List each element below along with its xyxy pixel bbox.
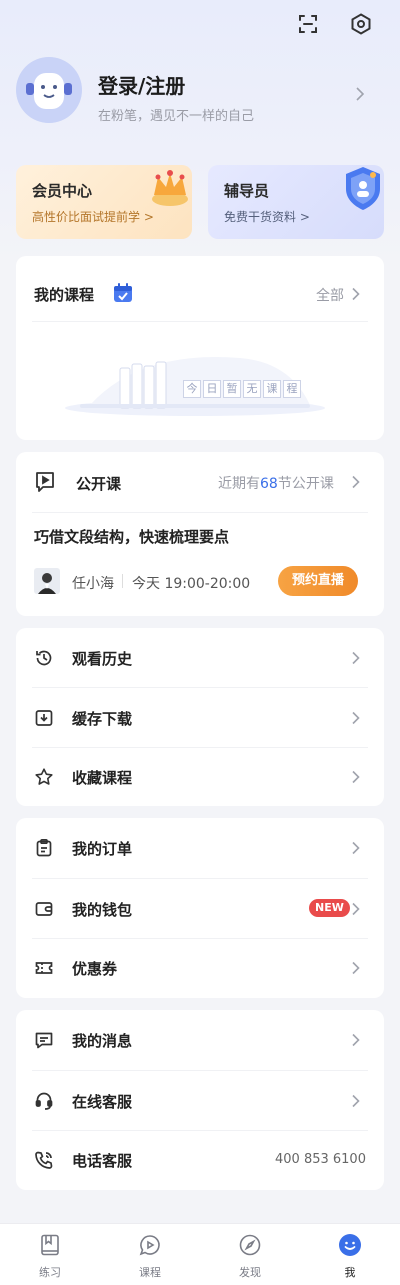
login-register-title[interactable]: 登录/注册 bbox=[98, 70, 185, 99]
row-label: 优惠券 bbox=[72, 960, 118, 978]
tab-label: 练习 bbox=[39, 1266, 61, 1279]
empty-courses-text: 今 日 暂 无 课 程 bbox=[183, 380, 301, 398]
row-label: 我的消息 bbox=[72, 1032, 133, 1050]
summary-suffix: 节公开课 bbox=[277, 476, 334, 492]
online-support-row[interactable]: 在线客服 bbox=[16, 1071, 384, 1130]
wallet-icon bbox=[35, 902, 53, 916]
chevron-right-icon bbox=[352, 841, 360, 855]
new-badge: NEW bbox=[309, 899, 350, 917]
empty-char: 今 bbox=[183, 380, 201, 398]
chevron-right-icon bbox=[352, 961, 360, 975]
download-icon bbox=[35, 710, 53, 726]
tab-label: 我 bbox=[344, 1266, 356, 1279]
ticket-icon bbox=[35, 962, 53, 974]
divider bbox=[32, 321, 368, 322]
headset-icon bbox=[35, 1092, 53, 1110]
profile-subtitle: 在粉笔，遇见不一样的自己 bbox=[98, 109, 255, 124]
history-clock-icon bbox=[36, 650, 52, 666]
open-course-card: 公开课 近期有68节公开课 巧借文段结构，快速梳理要点 任小海 今天 19:00… bbox=[16, 452, 384, 616]
empty-char: 暂 bbox=[223, 380, 241, 398]
service-group-card: 我的消息 在线客服 电话客服 400 853 6100 bbox=[16, 1010, 384, 1190]
book-live-button[interactable]: 预约直播 bbox=[278, 566, 358, 596]
empty-char: 无 bbox=[243, 380, 261, 398]
lesson-title[interactable]: 巧借文段结构，快速梳理要点 bbox=[34, 526, 229, 547]
avatar[interactable] bbox=[16, 57, 82, 123]
tab-practice[interactable]: 练习 bbox=[0, 1224, 100, 1285]
star-icon bbox=[35, 768, 53, 785]
scan-icon[interactable] bbox=[296, 12, 320, 36]
chevron-right-icon bbox=[352, 770, 360, 784]
history-group-card: 观看历史 缓存下载 收藏课程 bbox=[16, 628, 384, 806]
chevron-right-icon bbox=[352, 902, 360, 916]
favorite-courses-row[interactable]: 收藏课程 bbox=[16, 748, 384, 806]
my-wallet-row[interactable]: 我的钱包 NEW bbox=[16, 879, 384, 938]
my-courses-title: 我的课程 bbox=[34, 286, 95, 304]
avatar-mascot-icon bbox=[16, 57, 82, 123]
empty-char: 日 bbox=[203, 380, 221, 398]
shield-badge-icon bbox=[346, 167, 380, 210]
clipboard-icon bbox=[36, 838, 52, 857]
cache-download-row[interactable]: 缓存下载 bbox=[16, 688, 384, 747]
watch-history-row[interactable]: 观看历史 bbox=[16, 628, 384, 687]
vip-center-title: 会员中心 bbox=[32, 182, 93, 200]
tutor-title: 辅导员 bbox=[224, 182, 270, 200]
chevron-right-icon[interactable] bbox=[349, 287, 363, 301]
message-icon bbox=[35, 1032, 53, 1049]
tutor-subtitle: 免费干货资料 > bbox=[224, 210, 310, 224]
chevron-right-icon[interactable] bbox=[352, 86, 368, 102]
all-courses-link[interactable]: 全部 bbox=[316, 285, 344, 305]
teacher-avatar bbox=[34, 568, 60, 594]
chevron-right-icon bbox=[352, 1033, 360, 1047]
phone-icon bbox=[35, 1151, 53, 1169]
my-orders-row[interactable]: 我的订单 bbox=[16, 818, 384, 878]
open-course-summary[interactable]: 近期有68节公开课 bbox=[218, 473, 334, 493]
my-messages-row[interactable]: 我的消息 bbox=[16, 1010, 384, 1070]
vip-center-card[interactable]: 会员中心 高性价比面试提前学 > bbox=[16, 165, 192, 239]
phone-number[interactable]: 400 853 6100 bbox=[275, 1152, 366, 1167]
play-bubble-icon bbox=[36, 472, 54, 492]
vip-center-subtitle: 高性价比面试提前学 > bbox=[32, 210, 154, 224]
smile-face-icon bbox=[339, 1234, 361, 1256]
row-label: 电话客服 bbox=[72, 1152, 133, 1170]
book-icon bbox=[41, 1234, 59, 1256]
row-label: 缓存下载 bbox=[72, 710, 133, 728]
crown-icon bbox=[152, 170, 188, 206]
tutor-card[interactable]: 辅导员 免费干货资料 > bbox=[208, 165, 384, 239]
empty-char: 程 bbox=[283, 380, 301, 398]
my-courses-card: 我的课程 全部 今 日 暂 无 课 程 bbox=[16, 256, 384, 440]
open-course-title: 公开课 bbox=[76, 475, 122, 493]
chevron-right-icon bbox=[352, 651, 360, 665]
tab-discover[interactable]: 发现 bbox=[200, 1224, 300, 1285]
row-label: 我的钱包 bbox=[72, 901, 133, 919]
tab-courses[interactable]: 课程 bbox=[100, 1224, 200, 1285]
chevron-right-icon bbox=[352, 1094, 360, 1108]
row-label: 观看历史 bbox=[72, 650, 133, 668]
lesson-time: 今天 19:00-20:00 bbox=[132, 576, 251, 592]
chevron-right-icon[interactable] bbox=[349, 475, 363, 489]
row-label: 我的订单 bbox=[72, 840, 133, 858]
divider bbox=[32, 512, 368, 513]
summary-prefix: 近期有 bbox=[218, 476, 260, 492]
orders-group-card: 我的订单 我的钱包 NEW 优惠券 bbox=[16, 818, 384, 998]
play-bubble-icon bbox=[139, 1235, 160, 1256]
hexagon-settings-icon[interactable] bbox=[349, 12, 373, 36]
tab-me[interactable]: 我 bbox=[300, 1224, 400, 1285]
compass-icon bbox=[239, 1234, 261, 1256]
chevron-right-icon bbox=[352, 711, 360, 725]
row-label: 在线客服 bbox=[72, 1093, 133, 1111]
row-label: 收藏课程 bbox=[72, 769, 133, 787]
tab-label: 课程 bbox=[139, 1266, 161, 1279]
calendar-check-icon bbox=[114, 283, 132, 302]
tab-label: 发现 bbox=[239, 1266, 261, 1279]
empty-char: 课 bbox=[263, 380, 281, 398]
summary-count: 68 bbox=[260, 476, 278, 492]
teacher-name: 任小海 bbox=[72, 576, 114, 592]
bottom-tab-bar: 练习 课程 发现 我 bbox=[0, 1223, 400, 1285]
coupons-row[interactable]: 优惠券 bbox=[16, 939, 384, 998]
phone-support-row[interactable]: 电话客服 400 853 6100 bbox=[16, 1131, 384, 1190]
separator bbox=[122, 574, 123, 588]
